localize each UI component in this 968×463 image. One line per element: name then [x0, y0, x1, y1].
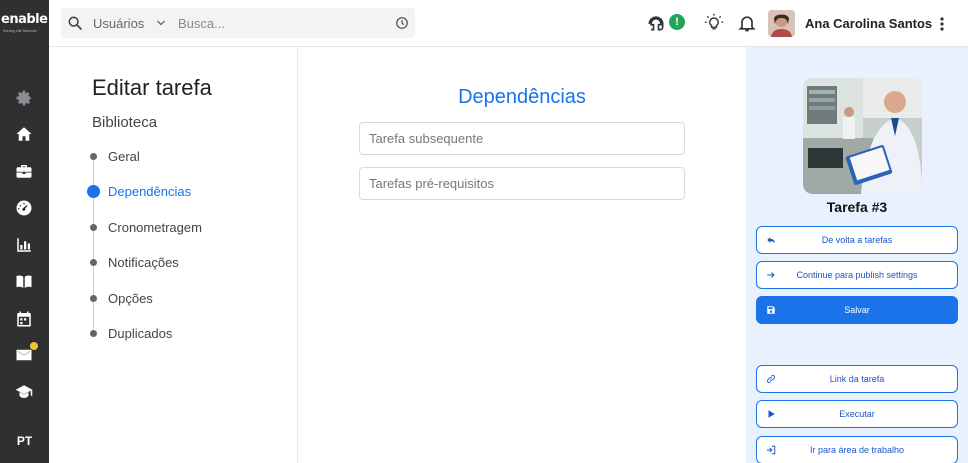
- task-link-button[interactable]: Link da tarefa: [756, 365, 958, 393]
- step-dot: [90, 223, 97, 231]
- step-dot: [90, 329, 97, 337]
- subsequent-task-field: [359, 122, 685, 155]
- bar-chart-icon[interactable]: [14, 235, 34, 255]
- graduation-cap-icon[interactable]: [14, 382, 34, 402]
- step-label: Duplicados: [108, 325, 173, 341]
- mail-icon[interactable]: [14, 342, 38, 365]
- step-geral[interactable]: Geral: [89, 146, 140, 166]
- gauge-icon[interactable]: [14, 198, 34, 218]
- brand-tagline: Serving Life Sciences: [3, 29, 37, 33]
- task-title: Tarefa #3: [826, 199, 888, 215]
- button-label: Salvar: [844, 305, 870, 315]
- briefcase-icon[interactable]: [14, 161, 34, 181]
- step-dependencias[interactable]: Dependências: [87, 181, 192, 201]
- step-notificacoes[interactable]: Notificações: [89, 252, 179, 272]
- step-cronometragem[interactable]: Cronometragem: [89, 217, 202, 237]
- task-image: [803, 78, 922, 194]
- button-label: Continue para publish settings: [796, 270, 918, 280]
- bell-icon[interactable]: [737, 13, 757, 33]
- step-label: Dependências: [108, 183, 192, 199]
- prerequisite-tasks-field: [359, 167, 685, 200]
- search-icon: [68, 16, 82, 30]
- lightbulb-icon[interactable]: [704, 13, 724, 33]
- page-title: Editar tarefa: [92, 75, 212, 100]
- step-label: Opções: [108, 290, 153, 306]
- subsequent-task-input[interactable]: [360, 123, 684, 154]
- back-to-tasks-button[interactable]: De volta a tarefas: [756, 226, 958, 254]
- execute-button[interactable]: Executar: [756, 400, 958, 428]
- app-sidebar: enable Serving Life Sciences PT: [0, 0, 49, 463]
- search-scope-select[interactable]: Usuários: [93, 16, 144, 31]
- search-bar: Usuários: [61, 8, 415, 38]
- form-title: Dependências: [458, 86, 586, 108]
- step-duplicados[interactable]: Duplicados: [89, 323, 172, 343]
- history-icon[interactable]: [395, 16, 409, 30]
- gear-icon[interactable]: [14, 88, 34, 108]
- continue-publish-settings-button[interactable]: Continue para publish settings: [756, 261, 958, 289]
- home-icon[interactable]: [14, 124, 34, 144]
- language-switch[interactable]: PT: [0, 434, 49, 448]
- step-label: Cronometragem: [108, 219, 202, 235]
- brand-logo[interactable]: enable Serving Life Sciences: [0, 10, 49, 36]
- go-to-workspace-button[interactable]: Ir para área de trabalho: [756, 436, 958, 463]
- button-label: Ir para área de trabalho: [809, 445, 905, 455]
- search-input[interactable]: [178, 13, 378, 33]
- step-dot: [90, 152, 97, 160]
- button-label: Link da tarefa: [829, 374, 885, 384]
- step-dot: [90, 258, 97, 266]
- save-button[interactable]: Salvar: [756, 296, 958, 324]
- status-badge[interactable]: !: [669, 14, 685, 30]
- avatar[interactable]: [768, 10, 795, 37]
- steps-navigation: Editar tarefa Biblioteca Geral Dependênc…: [49, 47, 298, 463]
- top-bar: Usuários ! Ana Carolina Santos: [49, 0, 968, 47]
- book-icon[interactable]: [14, 272, 34, 292]
- button-label: De volta a tarefas: [821, 235, 893, 245]
- prerequisite-tasks-input[interactable]: [360, 168, 684, 199]
- headset-icon[interactable]: [646, 13, 666, 33]
- calendar-icon[interactable]: [14, 309, 34, 329]
- step-label: Notificações: [108, 254, 179, 270]
- step-dot-active: [87, 184, 100, 198]
- step-dot: [90, 294, 97, 302]
- notification-badge: [30, 342, 38, 350]
- kebab-menu-icon[interactable]: [938, 14, 946, 34]
- user-name[interactable]: Ana Carolina Santos: [805, 16, 932, 31]
- section-title: Biblioteca: [92, 114, 158, 131]
- step-label: Geral: [108, 148, 140, 164]
- button-label: Executar: [839, 409, 875, 419]
- brand-name: enable: [1, 12, 48, 27]
- chevron-down-icon[interactable]: [155, 17, 167, 29]
- step-opcoes[interactable]: Opções: [89, 288, 153, 308]
